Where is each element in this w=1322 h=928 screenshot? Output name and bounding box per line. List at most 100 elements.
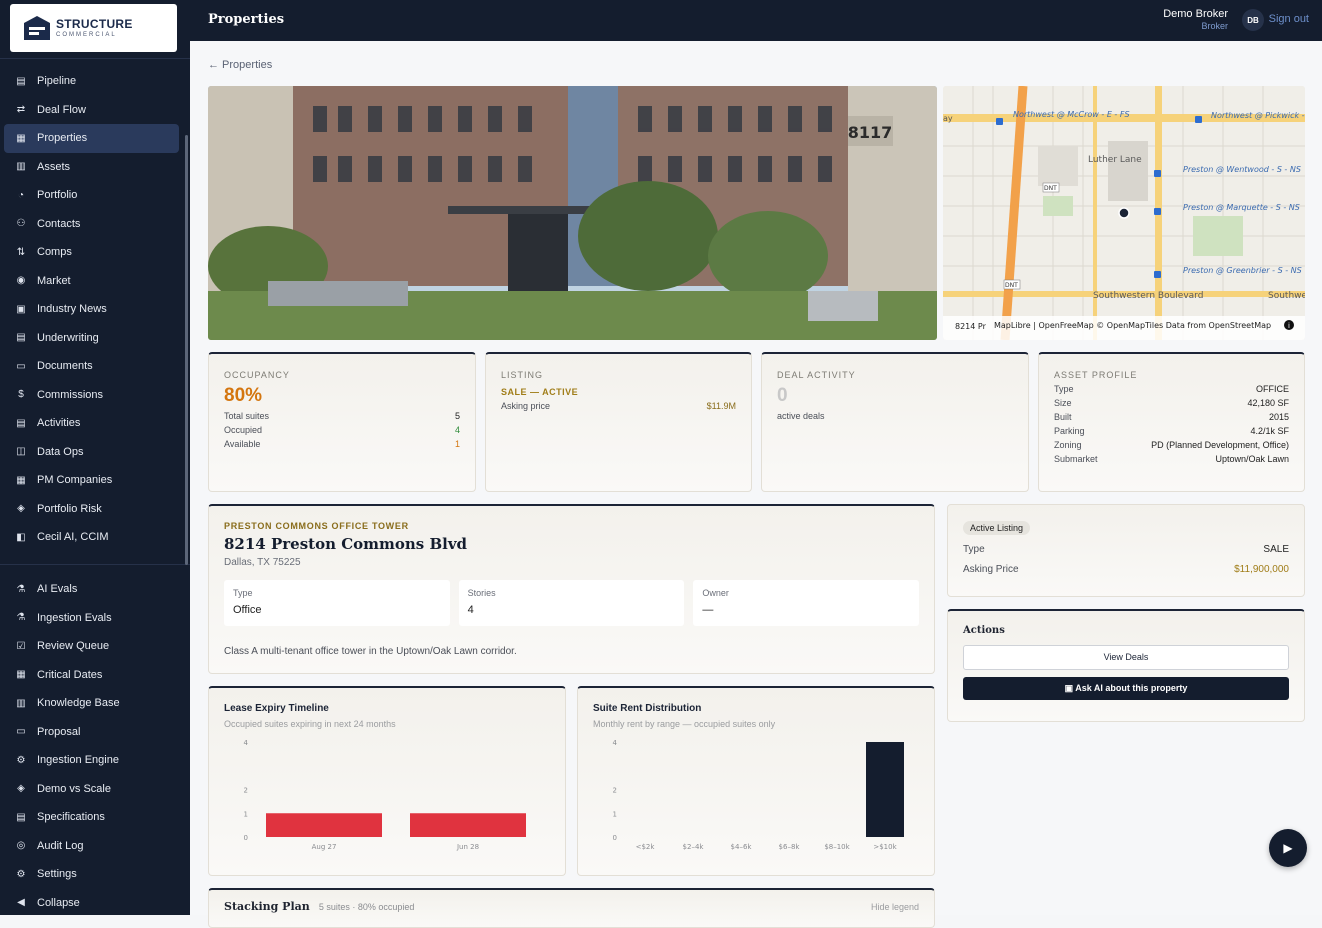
sidebar-item-settings[interactable]: ⚙ Settings bbox=[4, 860, 179, 889]
chart-title: Suite Rent Distribution bbox=[593, 703, 702, 714]
stat-label: Size bbox=[1054, 398, 1072, 408]
sidebar-item-market[interactable]: ◉ Market bbox=[4, 267, 179, 296]
proposal-icon: ▭ bbox=[16, 726, 26, 738]
tile-label: Type bbox=[233, 588, 253, 598]
property-map[interactable]: Northwest @ McCrow - E - FS Northwest @ … bbox=[943, 86, 1305, 340]
map-label: Preston @ Marquette - S - NS bbox=[1183, 203, 1300, 212]
back-link[interactable]: ← Properties bbox=[208, 59, 272, 71]
sidebar-item-comps[interactable]: ⇅ Comps bbox=[4, 238, 179, 267]
stat-label: Built bbox=[1054, 412, 1072, 422]
sidebar-item-portfolio[interactable]: ◔ Portfolio bbox=[4, 181, 179, 210]
chat-icon: ▣ bbox=[1064, 683, 1076, 693]
sidebar-item-pm-companies[interactable]: ▦ PM Companies bbox=[4, 466, 179, 495]
sign-out-link[interactable]: Sign out bbox=[1269, 13, 1309, 25]
sidebar-item-proposal[interactable]: ▭ Proposal bbox=[4, 718, 179, 747]
x-tick-label: $4–6k bbox=[731, 843, 753, 851]
stat-value: Uptown/Oak Lawn bbox=[1215, 454, 1289, 464]
sidebar-item-review-queue[interactable]: ☑ Review Queue bbox=[4, 632, 179, 661]
sidebar-item-label: Ingestion Engine bbox=[37, 754, 119, 767]
sidebar-item-commissions[interactable]: $ Commissions bbox=[4, 381, 179, 410]
stat-row: Parking 4.2/1k SF bbox=[1054, 426, 1289, 436]
critical-dates-icon: ▦ bbox=[16, 669, 26, 681]
sidebar-item-ingestion-evals[interactable]: ⚗ Ingestion Evals bbox=[4, 604, 179, 633]
active-listing-card: Active Listing Type SALE Asking Price $11,… bbox=[947, 504, 1305, 597]
sidebar-item-activities[interactable]: ▤ Activities bbox=[4, 409, 179, 438]
data-ops-icon: ◫ bbox=[16, 446, 26, 458]
sidebar-item-label: Specifications bbox=[37, 811, 105, 824]
stacking-subtitle: 5 suites · 80% occupied bbox=[318, 902, 415, 912]
sidebar-item-audit-log[interactable]: ◎ Audit Log bbox=[4, 832, 179, 861]
y-tick-label: 4 bbox=[613, 739, 618, 747]
sidebar-item-documents[interactable]: ▭ Documents bbox=[4, 352, 179, 381]
svg-text:i: i bbox=[1288, 322, 1290, 330]
occupancy-card: Occupancy 80% Total suites 5 Occupied 4 Avai… bbox=[208, 352, 476, 492]
map-label: ay bbox=[943, 114, 953, 123]
view-deals-button[interactable]: View Deals bbox=[963, 645, 1289, 670]
sidebar-item-industry-news[interactable]: ▣ Industry News bbox=[4, 295, 179, 324]
x-tick-label: >$10k bbox=[873, 843, 897, 851]
stacking-title: Stacking Plan bbox=[224, 900, 310, 913]
hide-legend-toggle[interactable]: Hide legend bbox=[871, 902, 919, 912]
sidebar-divider bbox=[0, 564, 190, 565]
sidebar-item-label: Portfolio bbox=[37, 189, 78, 202]
x-tick-label: $8–10k bbox=[824, 843, 850, 851]
portfolio-risk-icon: ◈ bbox=[17, 503, 25, 515]
brand-logo[interactable]: STRUCTURE COMMERCIAL bbox=[10, 4, 177, 52]
sidebar-item-ingestion-engine[interactable]: ⚙ Ingestion Engine bbox=[4, 746, 179, 775]
property-address: 8214 Preston Commons Blvd bbox=[224, 535, 468, 553]
play-button[interactable]: ▶ bbox=[1269, 829, 1307, 867]
svg-text:8117: 8117 bbox=[848, 123, 893, 142]
sidebar-item-label: Audit Log bbox=[37, 839, 84, 852]
sidebar-item-underwriting[interactable]: ▤ Underwriting bbox=[4, 324, 179, 353]
sidebar-item-contacts[interactable]: ⚇ Contacts bbox=[4, 210, 179, 239]
deal-activity-label: Deal Activity bbox=[777, 370, 856, 380]
listing-type-label: Type bbox=[963, 544, 985, 555]
sidebar-item-critical-dates[interactable]: ▦ Critical Dates bbox=[4, 661, 179, 690]
sidebar-item-cecil-ai-ccim[interactable]: ◧ Cecil AI, CCIM bbox=[4, 523, 179, 552]
avatar[interactable]: DB bbox=[1242, 9, 1264, 31]
ai-evals-icon: ⚗ bbox=[16, 583, 26, 595]
sidebar-item-specifications[interactable]: ▤ Specifications bbox=[4, 803, 179, 832]
y-tick-label: 1 bbox=[244, 810, 248, 818]
sidebar-scrollbar[interactable] bbox=[185, 135, 188, 565]
cecil-ai-icon: ◧ bbox=[16, 531, 26, 543]
tile-label: Owner bbox=[702, 588, 729, 598]
sidebar-item-label: Knowledge Base bbox=[37, 697, 120, 710]
audit-log-icon: ◎ bbox=[16, 840, 26, 852]
rent-distribution-chart-card: Suite Rent Distribution Monthly rent by … bbox=[577, 686, 935, 876]
stat-label: Type bbox=[1054, 384, 1074, 394]
sidebar-item-deal-flow[interactable]: ⇄ Deal Flow bbox=[4, 96, 179, 125]
stat-row: Available 1 bbox=[224, 439, 460, 449]
stat-row: Total suites 5 bbox=[224, 411, 460, 421]
stat-value: 2015 bbox=[1268, 412, 1289, 422]
documents-icon: ▭ bbox=[16, 360, 26, 372]
sidebar-item-pipeline[interactable]: ▤ Pipeline bbox=[4, 67, 179, 96]
stat-label: Zoning bbox=[1054, 440, 1082, 450]
listing-status: SALE — ACTIVE bbox=[501, 387, 579, 397]
status-badge: Active Listing bbox=[963, 521, 1031, 535]
sidebar-item-knowledge-base[interactable]: ▥ Knowledge Base bbox=[4, 689, 179, 718]
occupancy-label: Occupancy bbox=[224, 370, 290, 380]
map-attribution[interactable]: MapLibre | OpenFreeMap © OpenMapTiles Da… bbox=[994, 321, 1271, 330]
sidebar-item-label: Data Ops bbox=[37, 445, 84, 458]
sidebar-divider bbox=[0, 58, 190, 59]
stat-value: 5 bbox=[454, 411, 460, 421]
actions-card: Actions View Deals ▣ Ask AI about this p… bbox=[947, 609, 1305, 722]
sidebar-item-portfolio-risk[interactable]: ◈ Portfolio Risk bbox=[4, 495, 179, 524]
sidebar-item-ai-evals[interactable]: ⚗ AI Evals bbox=[4, 575, 179, 604]
tile-label: Stories bbox=[467, 588, 496, 598]
map-label: DNT bbox=[1044, 185, 1057, 192]
chart-subtitle: Monthly rent by range — occupied suites … bbox=[593, 719, 776, 729]
sidebar-item-collapse[interactable]: ◀ Collapse bbox=[4, 889, 179, 916]
sidebar-item-properties[interactable]: ▦ Properties bbox=[4, 124, 179, 153]
top-bar: Properties Demo Broker Broker DB Sign ou… bbox=[190, 0, 1322, 41]
sidebar-item-assets[interactable]: ▥ Assets bbox=[4, 153, 179, 182]
listing-card: Listing SALE — ACTIVE Asking price $11.9M bbox=[485, 352, 752, 492]
map-label: Northwest @ McCrow - E - FS bbox=[1013, 110, 1130, 119]
stat-label: Submarket bbox=[1054, 454, 1098, 464]
ask-ai-button[interactable]: ▣ Ask AI about this property bbox=[963, 677, 1289, 700]
sidebar-item-label: Commissions bbox=[37, 388, 104, 401]
sidebar-item-data-ops[interactable]: ◫ Data Ops bbox=[4, 438, 179, 467]
sidebar-item-demo-vs-scale[interactable]: ◈ Demo vs Scale bbox=[4, 775, 179, 804]
stat-row: Size 42,180 SF bbox=[1054, 398, 1289, 408]
